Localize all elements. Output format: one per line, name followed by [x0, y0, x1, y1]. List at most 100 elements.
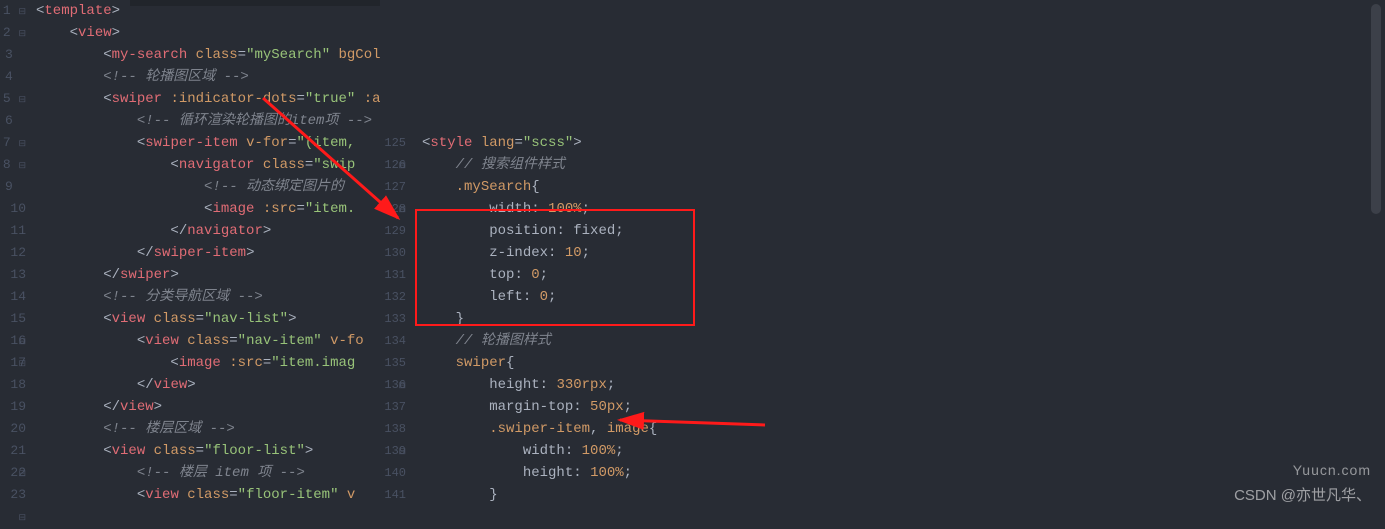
- code-line[interactable]: }: [422, 308, 1385, 330]
- line-number[interactable]: 12: [0, 242, 26, 264]
- line-number[interactable]: 127 ⊟: [380, 176, 406, 198]
- code-line[interactable]: // 轮播图样式: [422, 330, 1385, 352]
- line-number[interactable]: 9: [0, 176, 26, 198]
- code-line[interactable]: [422, 66, 1385, 88]
- code-line[interactable]: [422, 22, 1385, 44]
- line-number[interactable]: 128: [380, 198, 406, 220]
- vertical-scrollbar[interactable]: [1373, 0, 1383, 521]
- line-number[interactable]: 14: [0, 286, 26, 308]
- code-area-right[interactable]: <style lang="scss"> // 搜索组件样式 .mySearch{…: [422, 0, 1385, 506]
- code-line[interactable]: </view>: [36, 374, 380, 396]
- line-number[interactable]: 134: [380, 330, 406, 352]
- code-line[interactable]: left: 0;: [422, 286, 1385, 308]
- line-number[interactable]: 15 ⊟: [0, 308, 26, 330]
- code-line[interactable]: top: 0;: [422, 264, 1385, 286]
- line-number[interactable]: 131: [380, 264, 406, 286]
- line-number[interactable]: 4: [0, 66, 26, 88]
- line-number[interactable]: [380, 110, 406, 132]
- code-line[interactable]: </navigator>: [36, 220, 380, 242]
- code-line[interactable]: <!-- 楼层 item 项 -->: [36, 462, 380, 484]
- code-line[interactable]: width: 100%;: [422, 440, 1385, 462]
- line-number[interactable]: [380, 88, 406, 110]
- line-number[interactable]: 139: [380, 440, 406, 462]
- code-area-left[interactable]: <template> <view> <my-search class="mySe…: [36, 0, 380, 506]
- line-number[interactable]: 10: [0, 198, 26, 220]
- code-line[interactable]: swiper{: [422, 352, 1385, 374]
- code-line[interactable]: <swiper :indicator-dots="true" :autoplay…: [36, 88, 380, 110]
- code-line[interactable]: [422, 44, 1385, 66]
- code-line[interactable]: <my-search class="mySearch" bgColor="pin…: [36, 44, 380, 66]
- code-line[interactable]: <image :src="item.imag: [36, 352, 380, 374]
- line-number[interactable]: 8 ⊟: [0, 154, 26, 176]
- code-line[interactable]: <view>: [36, 22, 380, 44]
- code-line[interactable]: height: 330rpx;: [422, 374, 1385, 396]
- code-line[interactable]: z-index: 10;: [422, 242, 1385, 264]
- line-number[interactable]: 1 ⊟: [0, 0, 26, 22]
- editor-split-view: 1 ⊟2 ⊟3 4 5 ⊟6 7 ⊟8 ⊟9 10 11 12 13 14 15…: [0, 0, 1385, 521]
- line-number[interactable]: 136: [380, 374, 406, 396]
- line-number[interactable]: 137: [380, 396, 406, 418]
- code-line[interactable]: <!-- 分类导航区域 -->: [36, 286, 380, 308]
- line-number[interactable]: 11: [0, 220, 26, 242]
- code-line[interactable]: <image :src="item.: [36, 198, 380, 220]
- editor-pane-right: 125 ⊟126 127 ⊟128 129 130 131 132 133 13…: [380, 0, 1385, 521]
- code-line[interactable]: <style lang="scss">: [422, 132, 1385, 154]
- line-number[interactable]: 13: [0, 264, 26, 286]
- line-number[interactable]: 16 ⊟: [0, 330, 26, 352]
- line-number[interactable]: 22: [0, 462, 26, 484]
- code-line[interactable]: <!-- 楼层区域 -->: [36, 418, 380, 440]
- code-line[interactable]: <!-- 循环渲染轮播图的item项 -->: [36, 110, 380, 132]
- line-number[interactable]: 18: [0, 374, 26, 396]
- line-number[interactable]: 19: [0, 396, 26, 418]
- line-number[interactable]: 125 ⊟: [380, 132, 406, 154]
- line-number[interactable]: 7 ⊟: [0, 132, 26, 154]
- code-line[interactable]: width: 100%;: [422, 198, 1385, 220]
- line-number[interactable]: 135 ⊟: [380, 352, 406, 374]
- line-number-gutter[interactable]: 125 ⊟126 127 ⊟128 129 130 131 132 133 13…: [380, 0, 410, 521]
- code-line[interactable]: margin-top: 50px;: [422, 396, 1385, 418]
- code-line[interactable]: // 搜索组件样式: [422, 154, 1385, 176]
- line-number[interactable]: [380, 22, 406, 44]
- code-line[interactable]: <view class="floor-list">: [36, 440, 380, 462]
- code-line[interactable]: .swiper-item, image{: [422, 418, 1385, 440]
- code-line[interactable]: height: 100%;: [422, 462, 1385, 484]
- line-number[interactable]: 6: [0, 110, 26, 132]
- editor-pane-left: 1 ⊟2 ⊟3 4 5 ⊟6 7 ⊟8 ⊟9 10 11 12 13 14 15…: [0, 0, 380, 521]
- line-number[interactable]: 20: [0, 418, 26, 440]
- line-number[interactable]: 130: [380, 242, 406, 264]
- code-line[interactable]: <navigator class="swip: [36, 154, 380, 176]
- code-line[interactable]: [422, 0, 1385, 22]
- code-line[interactable]: <template>: [36, 0, 380, 22]
- code-line[interactable]: position: fixed;: [422, 220, 1385, 242]
- line-number[interactable]: [380, 66, 406, 88]
- code-line[interactable]: </swiper-item>: [36, 242, 380, 264]
- line-number[interactable]: 3: [0, 44, 26, 66]
- code-line[interactable]: <view class="floor-item" v: [36, 484, 380, 506]
- code-line[interactable]: <!-- 轮播图区域 -->: [36, 66, 380, 88]
- code-line[interactable]: <view class="nav-item" v-fo: [36, 330, 380, 352]
- line-number[interactable]: 17: [0, 352, 26, 374]
- code-line[interactable]: <swiper-item v-for="(item,: [36, 132, 380, 154]
- code-line[interactable]: <!-- 动态绑定图片的: [36, 176, 380, 198]
- line-number[interactable]: 132: [380, 286, 406, 308]
- code-line[interactable]: <view class="nav-list">: [36, 308, 380, 330]
- code-line[interactable]: </view>: [36, 396, 380, 418]
- line-number[interactable]: 23 ⊟: [0, 484, 26, 506]
- line-number[interactable]: 129: [380, 220, 406, 242]
- line-number[interactable]: 2 ⊟: [0, 22, 26, 44]
- line-number[interactable]: 126: [380, 154, 406, 176]
- line-number[interactable]: 140: [380, 462, 406, 484]
- code-line[interactable]: </swiper>: [36, 264, 380, 286]
- code-line[interactable]: [422, 110, 1385, 132]
- line-number-gutter[interactable]: 1 ⊟2 ⊟3 4 5 ⊟6 7 ⊟8 ⊟9 10 11 12 13 14 15…: [0, 0, 28, 521]
- code-line[interactable]: [422, 88, 1385, 110]
- code-line[interactable]: .mySearch{: [422, 176, 1385, 198]
- line-number[interactable]: 21 ⊟: [0, 440, 26, 462]
- line-number[interactable]: [380, 44, 406, 66]
- line-number[interactable]: 138 ⊟: [380, 418, 406, 440]
- line-number[interactable]: 141: [380, 484, 406, 506]
- line-number[interactable]: [380, 0, 406, 22]
- line-number[interactable]: 5 ⊟: [0, 88, 26, 110]
- line-number[interactable]: 133: [380, 308, 406, 330]
- scrollbar-thumb[interactable]: [1371, 4, 1381, 214]
